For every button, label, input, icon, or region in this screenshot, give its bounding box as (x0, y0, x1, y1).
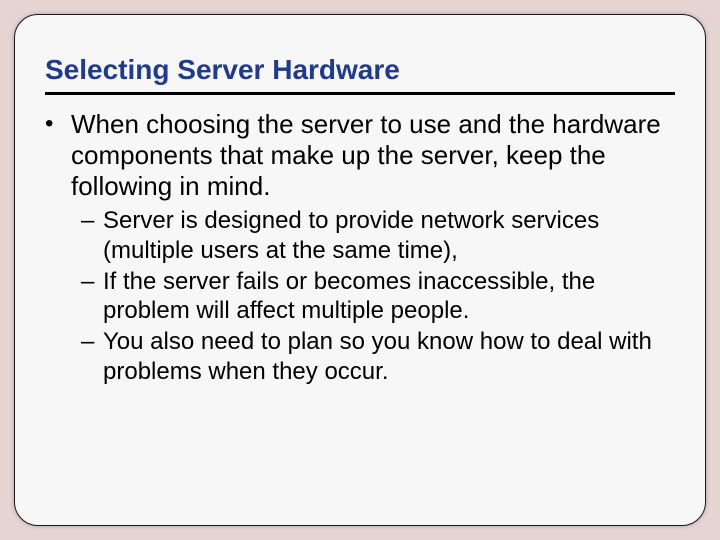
slide-body: • When choosing the server to use and th… (45, 109, 675, 386)
slide-title: Selecting Server Hardware (45, 55, 675, 86)
sub-bullet-list: – Server is designed to provide network … (81, 206, 675, 386)
sub-bullet-text: You also need to plan so you know how to… (103, 327, 675, 386)
sub-bullet-text: If the server fails or becomes inaccessi… (103, 267, 675, 326)
dash-icon: – (81, 267, 103, 326)
dash-icon: – (81, 327, 103, 386)
slide-card: Selecting Server Hardware • When choosin… (14, 14, 706, 526)
bullet-icon: • (45, 109, 71, 203)
sub-bullet: – Server is designed to provide network … (81, 206, 675, 265)
slide-stage: Selecting Server Hardware • When choosin… (0, 0, 720, 540)
dash-icon: – (81, 206, 103, 265)
title-underline (45, 92, 675, 95)
sub-bullet: – You also need to plan so you know how … (81, 327, 675, 386)
main-bullet-text: When choosing the server to use and the … (71, 109, 675, 203)
sub-bullet: – If the server fails or becomes inacces… (81, 267, 675, 326)
main-bullet: • When choosing the server to use and th… (45, 109, 675, 203)
sub-bullet-text: Server is designed to provide network se… (103, 206, 675, 265)
